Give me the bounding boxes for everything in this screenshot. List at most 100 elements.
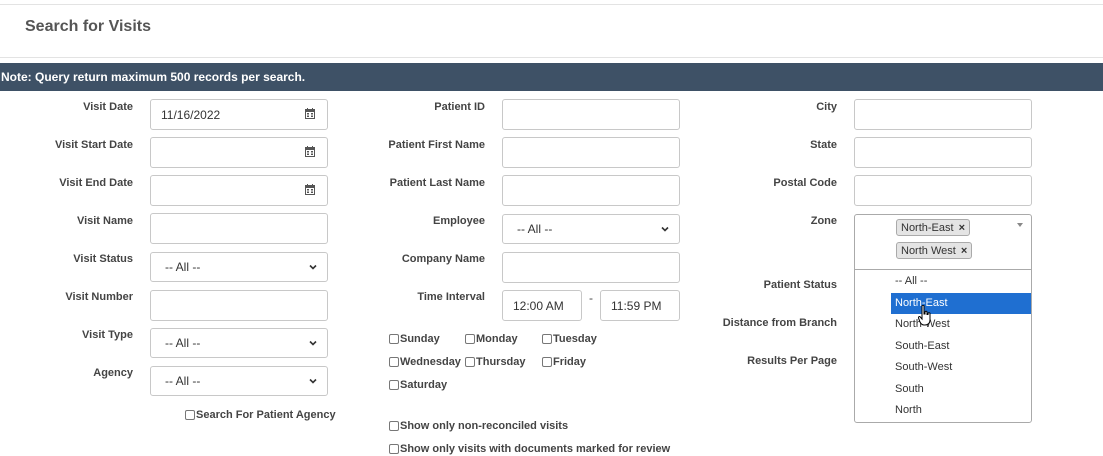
patient-status-label: Patient Status <box>763 279 837 291</box>
remove-tag-icon[interactable]: × <box>961 245 967 257</box>
visit-end-date-label: Visit End Date <box>59 177 133 189</box>
calendar-icon[interactable] <box>305 108 315 119</box>
search-for-patient-agency-label: Search For Patient Agency <box>196 409 336 421</box>
calendar-icon[interactable] <box>305 146 315 157</box>
zone-multiselect[interactable]: North-East × North West × <box>854 214 1032 270</box>
note-bar: Note: Query return maximum 500 records p… <box>0 63 1103 91</box>
wednesday-checkbox[interactable]: Wednesday <box>389 356 461 368</box>
visit-date-value: 11/16/2022 <box>161 107 221 122</box>
title-divider <box>0 57 1103 58</box>
sunday-checkbox[interactable]: Sunday <box>389 333 440 345</box>
visit-status-value: -- All -- <box>165 260 201 274</box>
visit-start-date-label: Visit Start Date <box>54 139 133 151</box>
visit-date-label: Visit Date <box>83 101 133 113</box>
visit-date-input[interactable]: 11/16/2022 <box>150 99 328 130</box>
monday-checkbox[interactable]: Monday <box>465 333 518 345</box>
visit-start-date-input[interactable] <box>150 137 328 168</box>
state-input[interactable] <box>854 137 1032 168</box>
visit-name-input[interactable] <box>150 213 328 244</box>
employee-label: Employee <box>433 215 485 227</box>
time-end-value: 11:59 PM <box>611 298 662 313</box>
non-reconciled-checkbox[interactable]: Show only non-reconciled visits <box>389 420 568 432</box>
patient-id-label: Patient ID <box>434 101 485 113</box>
agency-select[interactable]: -- All -- <box>150 366 328 396</box>
checkbox-box[interactable] <box>542 334 552 344</box>
checkbox-box[interactable] <box>389 357 399 367</box>
company-name-label: Company Name <box>401 253 485 265</box>
friday-checkbox[interactable]: Friday <box>542 356 586 368</box>
zone-tag-north-east: North-East × <box>896 219 971 236</box>
visit-type-value: -- All -- <box>165 336 201 350</box>
time-start-input[interactable]: 12:00 AM <box>502 290 582 321</box>
city-label: City <box>816 101 837 113</box>
search-for-patient-agency-checkbox[interactable]: Search For Patient Agency <box>185 409 336 421</box>
zone-label: Zone <box>810 215 837 227</box>
zone-option-highlighted[interactable]: North-East <box>891 293 1031 314</box>
day-label: Thursday <box>476 356 526 368</box>
hand-pointer-icon <box>918 305 931 326</box>
calendar-icon[interactable] <box>305 184 315 195</box>
patient-first-name-label: Patient First Name <box>388 139 485 151</box>
patient-first-name-input[interactable] <box>502 137 680 168</box>
remove-tag-icon[interactable]: × <box>959 222 965 234</box>
patient-last-name-input[interactable] <box>502 175 680 206</box>
chevron-down-icon <box>661 226 669 232</box>
visit-status-label: Visit Status <box>73 253 133 265</box>
employee-value: -- All -- <box>517 222 553 236</box>
chevron-down-icon <box>309 264 317 270</box>
day-label: Wednesday <box>400 356 461 368</box>
non-reconciled-label: Show only non-reconciled visits <box>400 420 569 432</box>
postal-code-label: Postal Code <box>773 177 837 189</box>
city-input[interactable] <box>854 99 1032 130</box>
caret-down-icon[interactable] <box>1017 223 1023 227</box>
zone-option[interactable]: -- All -- <box>891 271 1031 292</box>
documents-review-label: Show only visits with documents marked f… <box>400 443 671 455</box>
day-label: Saturday <box>400 379 448 391</box>
time-end-input[interactable]: 11:59 PM <box>600 290 680 321</box>
chevron-down-icon <box>309 378 317 384</box>
checkbox-box[interactable] <box>389 421 399 431</box>
visit-end-date-input[interactable] <box>150 175 328 206</box>
checkbox-box[interactable] <box>465 357 475 367</box>
visit-type-label: Visit Type <box>82 329 133 341</box>
checkbox-box[interactable] <box>542 357 552 367</box>
zone-option[interactable]: South-East <box>891 336 1031 357</box>
checkbox-box[interactable] <box>389 380 399 390</box>
agency-label: Agency <box>93 367 133 379</box>
zone-option[interactable]: North <box>891 400 1031 421</box>
saturday-checkbox[interactable]: Saturday <box>389 379 447 391</box>
checkbox-box[interactable] <box>185 410 195 420</box>
top-divider <box>0 4 1103 5</box>
results-per-page-label: Results Per Page <box>747 355 837 367</box>
zone-option[interactable]: South-West <box>891 357 1031 378</box>
patient-last-name-label: Patient Last Name <box>389 177 485 189</box>
thursday-checkbox[interactable]: Thursday <box>465 356 526 368</box>
visit-number-label: Visit Number <box>65 291 133 303</box>
state-label: State <box>810 139 837 151</box>
checkbox-box[interactable] <box>389 334 399 344</box>
time-start-value: 12:00 AM <box>513 298 564 313</box>
visit-number-input[interactable] <box>150 290 328 321</box>
chevron-down-icon <box>309 340 317 346</box>
day-label: Tuesday <box>553 333 597 345</box>
documents-review-checkbox[interactable]: Show only visits with documents marked f… <box>389 443 670 455</box>
patient-id-input[interactable] <box>502 99 680 130</box>
visit-type-select[interactable]: -- All -- <box>150 328 328 358</box>
zone-option[interactable]: South <box>891 379 1031 400</box>
checkbox-box[interactable] <box>465 334 475 344</box>
zone-tag-label: North-East <box>901 221 954 234</box>
day-label: Friday <box>553 356 587 368</box>
day-label: Sunday <box>400 333 440 345</box>
company-name-input[interactable] <box>502 252 680 283</box>
zone-option[interactable]: North West <box>891 314 1031 335</box>
employee-select[interactable]: -- All -- <box>502 214 680 244</box>
visit-name-label: Visit Name <box>76 215 133 227</box>
zone-tag-north-west: North West × <box>896 242 973 259</box>
page-title: Search for Visits <box>25 18 151 35</box>
checkbox-box[interactable] <box>389 444 399 454</box>
time-interval-label: Time Interval <box>417 291 485 303</box>
postal-code-input[interactable] <box>854 175 1032 206</box>
day-label: Monday <box>476 333 518 345</box>
visit-status-select[interactable]: -- All -- <box>150 252 328 282</box>
tuesday-checkbox[interactable]: Tuesday <box>542 333 597 345</box>
